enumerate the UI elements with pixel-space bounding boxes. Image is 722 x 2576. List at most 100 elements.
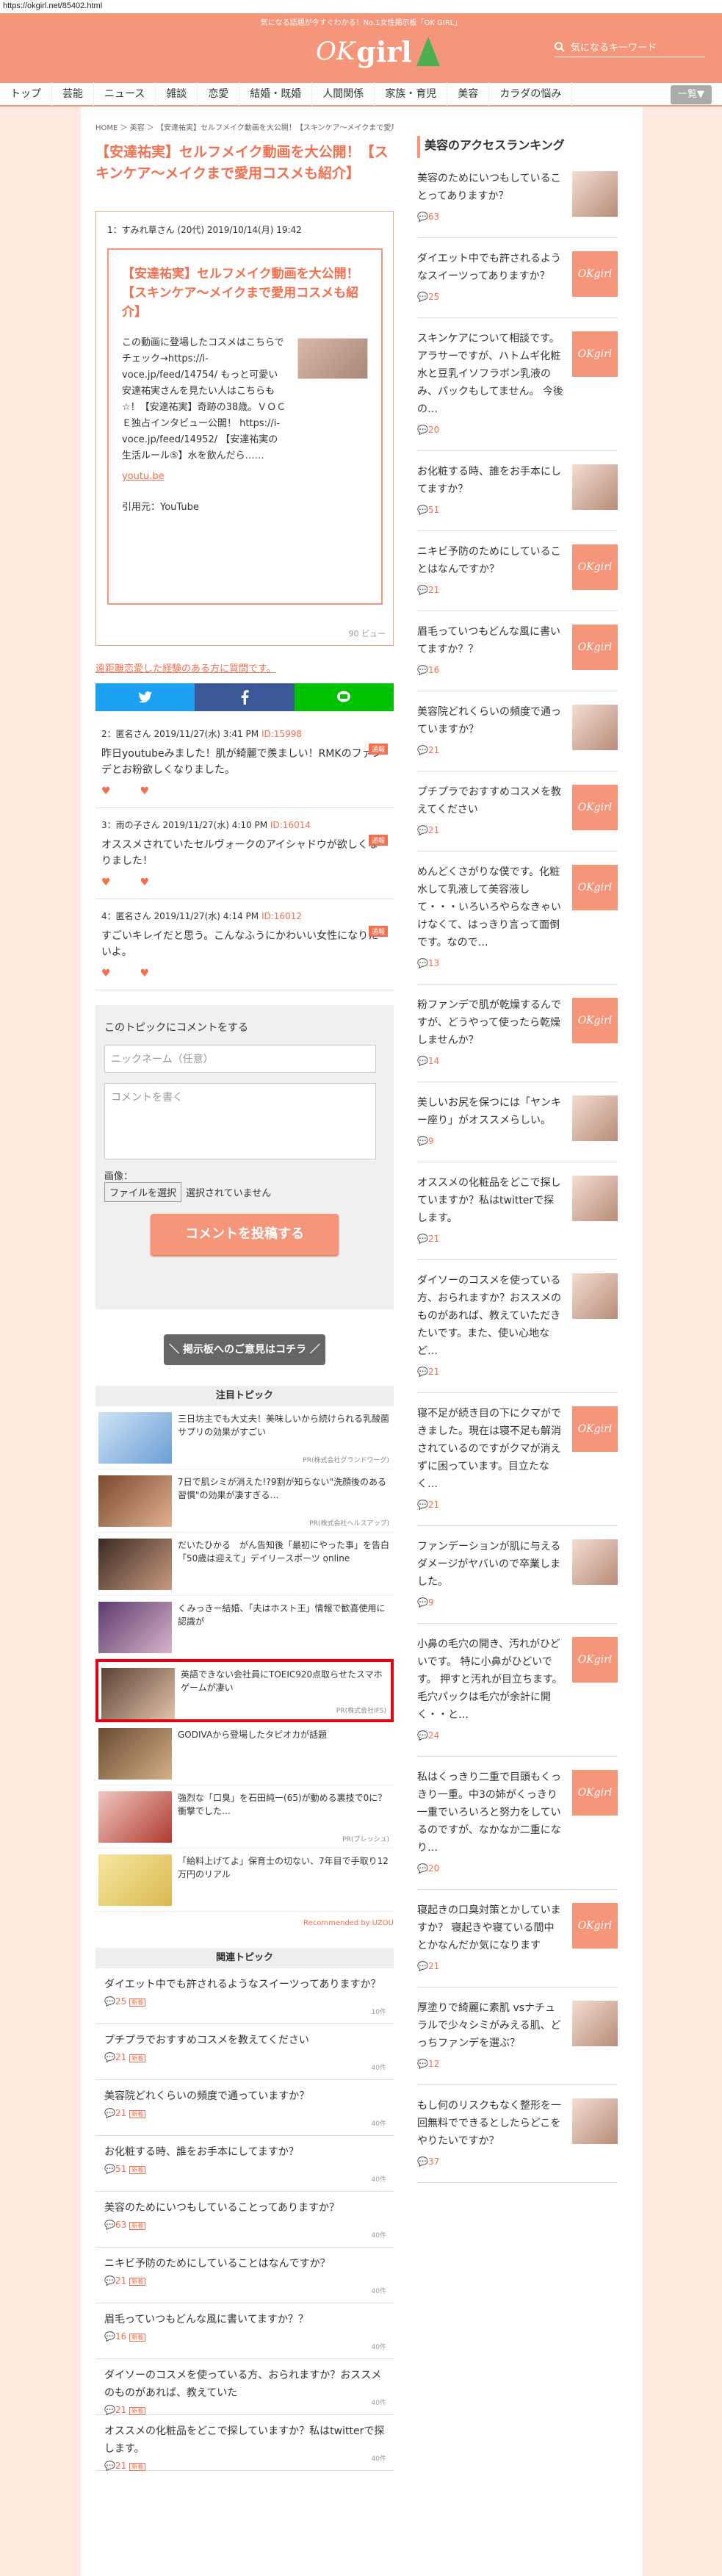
line-share-button[interactable] xyxy=(294,683,394,711)
related-topic[interactable]: 眉毛っていつもどんな風に書いてますか？？ 💬16 新着 40件 xyxy=(95,2303,394,2359)
ad-item-highlighted[interactable]: 英語できない会社員にTOEIC920点取らせたスマホゲームが凄い PR(株式会社I… xyxy=(95,1659,394,1722)
ranking-item[interactable]: 美容のためにいつもしていることってありますか？ 💬63 xyxy=(417,158,618,238)
ranking-title: 美容のためにいつもしていることってありますか？ xyxy=(417,173,561,202)
feedback-button[interactable]: ＼ 掲示板へのご意見はコチラ ／ xyxy=(164,1334,325,1365)
ranking-title: 粉ファンデで肌が乾燥するんですが、どうやって使ったら乾燥しませんか？ xyxy=(417,999,561,1046)
related-topic[interactable]: ダイエット中でも許されるようなスイーツってありますか？ 💬25 新着 10件 xyxy=(95,1968,394,2024)
related-count: 21 xyxy=(115,2108,127,2118)
ad-item[interactable]: 強烈な「口臭」を石田純一(65)が動める裏技で0に？衝撃でした… PR(プレッシュ… xyxy=(95,1785,394,1849)
ranking-title: めんどくさがりな僕です。化粧水して乳液して美容液して・・・いろいろやらなきゃいけ… xyxy=(417,866,561,949)
related-count: 63 xyxy=(115,2220,127,2230)
comment-id[interactable]: ID:16014 xyxy=(270,820,311,830)
nav-item-body[interactable]: カラダの悩み xyxy=(489,82,573,106)
ranking-item[interactable]: ダイエット中でも許されるようなスイーツってありますか？ 💬25 OKgirl xyxy=(417,238,618,318)
nav-item-family[interactable]: 家族・育児 xyxy=(375,82,448,106)
ad-item[interactable]: 三日坊主でも大丈夫！美味しいから続けられる乳酸菌サプリの効果がすごい PR(株式会… xyxy=(95,1406,394,1469)
plus-vote-icon[interactable]: ♥ xyxy=(101,968,111,979)
ad-item[interactable]: 7日で肌シミが消えた!?9割が知らない"洗顔後のある習慣"の効果が凄すぎる… PR… xyxy=(95,1469,394,1533)
ranking-item[interactable]: 寝起きの口臭対策とかしていますか？ 寝起きや寝ている間中とかなんだか気になります… xyxy=(417,1890,618,1987)
plus-vote-icon[interactable]: ♥ xyxy=(101,785,111,797)
ranking-item[interactable]: 粉ファンデで肌が乾燥するんですが、どうやって使ったら乾燥しませんか？ 💬14 OKg… xyxy=(417,985,618,1082)
facebook-share-button[interactable] xyxy=(195,683,295,711)
related-topic[interactable]: 美容のためにいつもしていることってありますか？ 💬63 新着 40件 xyxy=(95,2192,394,2248)
nav-item-love[interactable]: 恋愛 xyxy=(198,82,240,106)
video-thumbnail[interactable] xyxy=(297,338,368,379)
ranking-title: もし何のリスクもなく整形を一回無料でできるとしたらどこをやりたいですか？ xyxy=(417,2100,561,2147)
ranking-item[interactable]: ニキビ予防のためにしていることはなんですか？ 💬21 OKgirl xyxy=(417,531,618,611)
ranking-item[interactable]: ダイソーのコスメを使っている方、おられますか？おススメのものがあれば、教えていた… xyxy=(417,1260,618,1393)
plus-vote-icon[interactable]: ♥ xyxy=(101,877,111,888)
search-box[interactable]: 気になるキーワード xyxy=(555,37,705,57)
twitter-icon xyxy=(138,691,152,703)
nav-item-beauty[interactable]: 美容 xyxy=(447,82,490,106)
ranking-item[interactable]: オススメの化粧品をどこで探していますか？私はtwitterで探します。 💬21 xyxy=(417,1162,618,1260)
nav-item-news[interactable]: ニュース xyxy=(94,82,156,106)
ranking-item[interactable]: 美しいお尻を保つには「ヤンキー座り」がオススメらしい。 💬9 xyxy=(417,1082,618,1162)
file-select-button[interactable]: ファイルを選択 xyxy=(104,1182,182,1202)
ranking-item[interactable]: 厚塗りで綺麗に素肌 vsナチュラルで少々シミがみえる肌、どっちファンデを選ぶ？ 💬… xyxy=(417,1987,618,2085)
ranking-item[interactable]: 小鼻の毛穴の開き、汚れがひどいです。 特に小鼻がひどいです。 押すと汚れが目立ち… xyxy=(417,1624,618,1757)
video-card[interactable]: 【安達祐実】セルフメイク動画を大公開！【スキンケア〜メイクまで愛用コスメも紹介】… xyxy=(107,248,383,605)
breadcrumb[interactable]: HOME ＞ 美容 ＞ 【安達祐実】セルフメイク動画を大公開！【スキンケア〜メイ… xyxy=(95,121,394,133)
video-card-link[interactable]: youtu.be xyxy=(122,471,165,482)
comment-id[interactable]: ID:16012 xyxy=(261,911,302,921)
comment: 4：匿名さん 2019/11/27(水) 4:14 PM ID:16012 通報… xyxy=(95,899,394,990)
minus-vote-icon[interactable]: ♥ xyxy=(140,968,150,979)
ranking-item[interactable]: めんどくさがりな僕です。化粧水して乳液して美容液して・・・いろいろやらなきゃいけ… xyxy=(417,852,618,985)
christmas-tree-icon xyxy=(416,37,440,66)
twitter-share-button[interactable] xyxy=(95,683,195,711)
nav-item-chat[interactable]: 雑談 xyxy=(156,82,198,106)
uzou-credit[interactable]: Recommended by UZOU xyxy=(95,1919,394,1927)
nav-item-top[interactable]: トップ xyxy=(0,82,52,106)
minus-vote-icon[interactable]: ♥ xyxy=(140,785,150,797)
related-topic[interactable]: プチプラでおすすめコスメを教えてください 💬21 新着 40件 xyxy=(95,2024,394,2080)
ranking-item[interactable]: ファンデーションが肌に与えるダメージがヤバいので卒業しました。 💬9 xyxy=(417,1526,618,1624)
comment-body: オススメされていたセルヴォークのアイシャドウが欲しくなりました！ xyxy=(101,839,378,867)
nickname-input[interactable]: ニックネーム（任意） xyxy=(104,1045,376,1073)
comment-textarea[interactable]: コメントを書く xyxy=(104,1083,376,1159)
ad-item[interactable]: くみっきー結婚、「夫はホスト王」情報で歓喜使用に認識が xyxy=(95,1596,394,1659)
ad-item[interactable]: GODIVAから登場したタピオカが話題 xyxy=(95,1722,394,1785)
related-count: 51 xyxy=(115,2164,127,2174)
ranking-item[interactable]: 私はくっきり二重で目頭もくっきり一重。中3の姉がくっきり一重でいろいろと努力をし… xyxy=(417,1757,618,1890)
nav-item-entertainment[interactable]: 芸能 xyxy=(52,82,94,106)
nav-item-relationships[interactable]: 人間関係 xyxy=(312,82,375,106)
related-num: 10件 xyxy=(371,2009,386,2016)
ranking-item[interactable]: スキンケアについて相談です。アラサーですが、ハトムギ化粧水と豆乳イソフラボン乳液… xyxy=(417,318,618,451)
comment-id[interactable]: ID:15998 xyxy=(261,729,302,739)
question-link[interactable]: 遠距離恋愛した経験のある方に質問です。 xyxy=(95,661,394,674)
report-button[interactable]: 通報 xyxy=(368,744,388,755)
new-badge: 新着 xyxy=(129,1998,146,2007)
comment-body: 昨日youtubeみました！肌が綺麗で羨ましい！RMKのファンデとお粉欲しくなり… xyxy=(101,748,383,776)
ad-item[interactable]: 「給料上げてよ」保育士の切ない、7年目で手取り12万円のリアル xyxy=(95,1849,394,1912)
ranking-item[interactable]: お化粧する時、誰をお手本にしてますか？ 💬51 xyxy=(417,451,618,531)
related-topic[interactable]: ニキビ予防のためにしていることはなんですか？ 💬21 新着 40件 xyxy=(95,2248,394,2303)
ranking-item[interactable]: もし何のリスクもなく整形を一回無料でできるとしたらどこをやりたいですか？ 💬37 xyxy=(417,2085,618,2183)
ranking-item[interactable]: 寝不足が続き目の下にクマができました。現在は寝不足も解消されているのですがクマが… xyxy=(417,1393,618,1526)
submit-comment-button[interactable]: コメントを投稿する xyxy=(151,1214,339,1255)
report-button[interactable]: 通報 xyxy=(368,835,388,846)
nav-more-button[interactable]: 一覧▼ xyxy=(671,85,712,104)
sidebar: 美容のアクセスランキング 美容のためにいつもしていることってありますか？ 💬63 ダ… xyxy=(417,136,618,2183)
new-badge: 新着 xyxy=(129,2054,146,2062)
site-logo[interactable]: OK girl xyxy=(316,29,440,73)
post-meta: 1：すみれ草さん (20代) 2019/10/14(月) 19:42 xyxy=(107,225,302,235)
minus-vote-icon[interactable]: ♥ xyxy=(140,877,150,888)
ranking-item[interactable]: プチプラでおすすめコスメを教えてください 💬21 OKgirl xyxy=(417,771,618,852)
related-topic[interactable]: 美容院どれくらいの頻度で通っていますか？ 💬21 新着 40件 xyxy=(95,2080,394,2136)
video-card-title[interactable]: 【安達祐実】セルフメイク動画を大公開！【スキンケア〜メイクまで愛用コスメも紹介】 xyxy=(122,265,368,322)
video-card-source: 引用元：YouTube xyxy=(122,502,199,513)
url-bar[interactable]: https://okgirl.net/85402.html xyxy=(0,0,722,13)
ranking-item[interactable]: 美容院どれくらいの頻度で通っていますか？ 💬21 xyxy=(417,691,618,771)
new-badge: 新着 xyxy=(129,2407,146,2415)
related-topic[interactable]: オススメの化粧品をどこで探していますか？私はtwitterで探します。 💬21 新着… xyxy=(95,2415,394,2471)
report-button[interactable]: 通報 xyxy=(368,926,388,937)
okgirl-logo-thumbnail: OKgirl xyxy=(572,1770,618,1816)
nav-item-marriage[interactable]: 結婚・既婚 xyxy=(239,82,313,106)
related-topic[interactable]: ダイソーのコスメを使っている方、おられますか？おススメのものがあれば、教えていた… xyxy=(95,2359,394,2415)
ranking-item[interactable]: 眉毛っていつもどんな風に書いてますか？？ 💬16 OKgirl xyxy=(417,611,618,691)
ad-item[interactable]: だいたひかる がん告知後「最初にやった事」を告白「50歳は迎えて」デイリースポー… xyxy=(95,1533,394,1596)
related-topic[interactable]: お化粧する時、誰をお手本にしてますか？ 💬51 新着 40件 xyxy=(95,2136,394,2192)
comment-icon: 💬 xyxy=(417,1136,428,1146)
comment-icon: 💬 xyxy=(417,1597,428,1608)
